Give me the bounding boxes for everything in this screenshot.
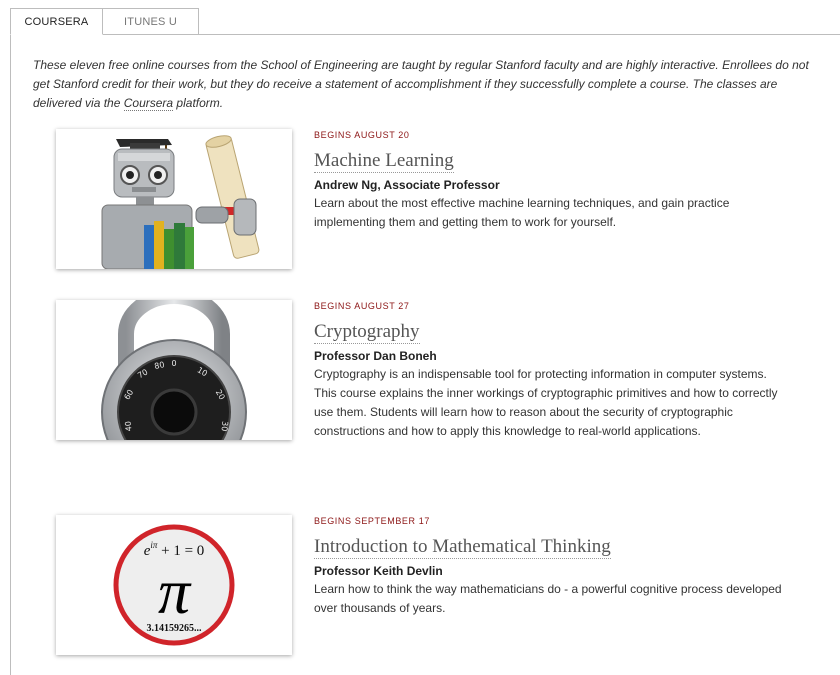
- course-description: Learn how to think the way mathematician…: [314, 582, 782, 615]
- intro-paragraph: These eleven free online courses from th…: [33, 56, 828, 113]
- dial-number: 30: [220, 421, 230, 432]
- coursera-link[interactable]: Coursera: [123, 96, 174, 111]
- tab-divider: [189, 34, 840, 35]
- course-begins-date: BEGINS SEPTEMBER 17: [314, 516, 430, 526]
- course-title-link[interactable]: Machine Learning: [314, 150, 454, 173]
- course-title-link[interactable]: Introduction to Mathematical Thinking: [314, 536, 611, 559]
- course-title-link[interactable]: Cryptography: [314, 321, 420, 344]
- course-info: BEGINS SEPTEMBER 17 Introduction to Math…: [314, 515, 784, 618]
- course-description: Learn about the most effective machine l…: [314, 196, 730, 229]
- course-description: Cryptography is an indispensable tool fo…: [314, 367, 778, 438]
- course-begins-date: BEGINS AUGUST 27: [314, 301, 410, 311]
- pi-symbol: π: [158, 556, 192, 627]
- course-begins-date: BEGINS AUGUST 20: [314, 130, 410, 140]
- page: COURSERA ITUNES U These eleven free onli…: [0, 0, 840, 675]
- course-instructor: Andrew Ng, Associate Professor: [314, 178, 500, 192]
- tab-itunes-u[interactable]: ITUNES U: [103, 8, 199, 35]
- pi-circle-image[interactable]: eiπ + 1 = 0 π 3.14159265...: [56, 515, 292, 655]
- course-info: BEGINS AUGUST 20 Machine Learning Andrew…: [314, 129, 784, 232]
- intro-text-end: platform.: [173, 96, 224, 110]
- dial-number: 0: [171, 359, 176, 368]
- pi-digits: 3.14159265...: [147, 623, 203, 634]
- course-info: BEGINS AUGUST 27 Cryptography Professor …: [314, 300, 784, 441]
- panel-left-border: [10, 35, 11, 675]
- robot-graduate-image[interactable]: [56, 129, 292, 269]
- tab-coursera[interactable]: COURSERA: [10, 8, 103, 35]
- dial-number: 40: [124, 421, 134, 432]
- course-instructor: Professor Dan Boneh: [314, 349, 437, 363]
- course-instructor: Professor Keith Devlin: [314, 564, 443, 578]
- combination-padlock-image[interactable]: 0 10 20 30 40 60 70 80: [56, 300, 292, 440]
